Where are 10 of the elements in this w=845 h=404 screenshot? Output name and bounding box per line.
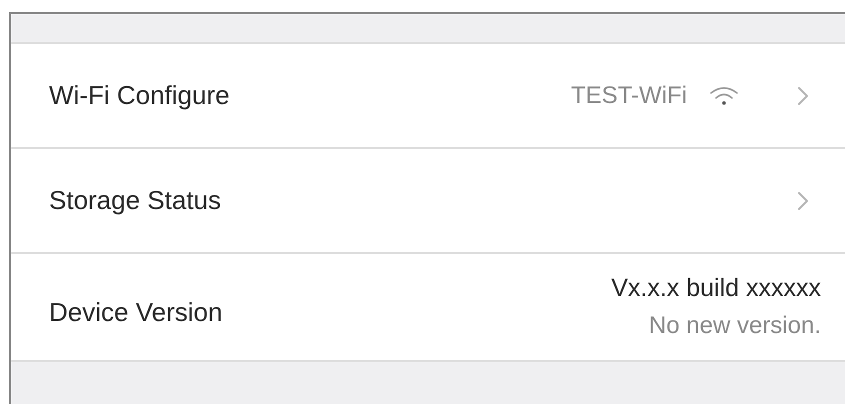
setting-label: Wi-Fi Configure [49,79,230,112]
chevron-right-icon [797,86,809,106]
setting-value: TEST-WiFi [571,80,687,110]
settings-row[interactable]: Storage Status [11,149,845,254]
chevron-right-icon [797,190,809,210]
setting-label: Storage Status [49,184,221,217]
version-text: Vx.x.x build xxxxxx [611,273,821,304]
setting-label: Device Version [49,296,222,326]
settings-row[interactable]: Wi-Fi Configure TEST-WiFi [11,44,845,149]
update-status: No new version. [648,310,821,341]
